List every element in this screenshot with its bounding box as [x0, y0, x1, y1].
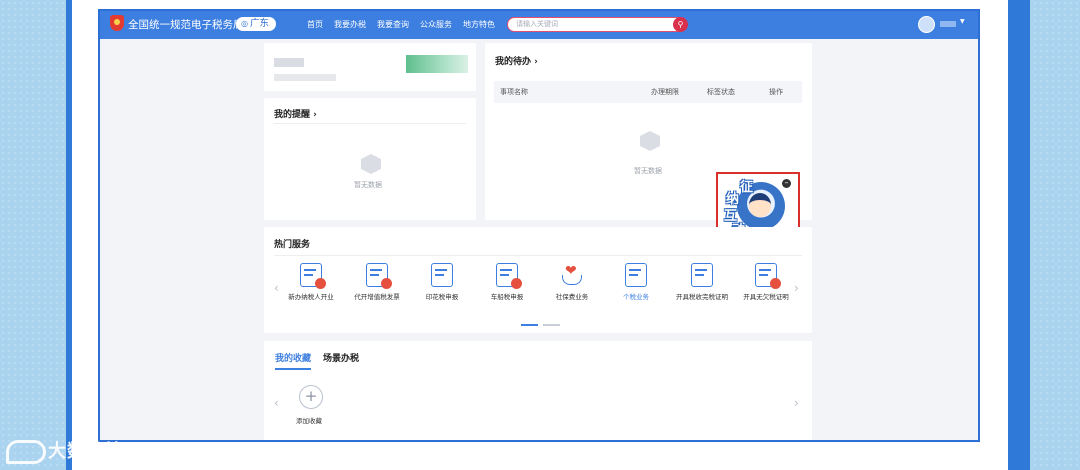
todos-empty-text: 暂无数据 [634, 167, 662, 175]
menu-item-query[interactable]: 我要查询 [377, 19, 409, 30]
redacted-name [274, 58, 304, 67]
divider [274, 123, 466, 124]
reminders-card: 我的提醒 › 暂无数据 [264, 98, 476, 220]
service-no-arrears-certificate[interactable]: 开具无欠税证明 [734, 263, 798, 301]
service-label: 开具无欠税证明 [743, 293, 789, 301]
add-favorite-label: 添加收藏 [296, 417, 322, 425]
service-vat-invoice[interactable]: 代开增值税发票 [345, 263, 409, 301]
column-actions: 操作 [769, 88, 783, 96]
site-title[interactable]: 全国统一规范电子税务局 [128, 17, 244, 32]
service-label: 代开增值税发票 [354, 293, 400, 301]
menu-item-home[interactable]: 首页 [307, 19, 323, 30]
username-redacted[interactable] [940, 21, 956, 27]
person-document-icon [625, 263, 647, 287]
service-label: 个税业务 [623, 293, 649, 301]
certificate-document-icon [691, 263, 713, 287]
hot-services-title: 热门服务 [274, 240, 311, 250]
vehicle-document-icon [496, 263, 522, 289]
chevron-left-icon[interactable]: ‹ [274, 396, 279, 410]
profile-card [264, 43, 476, 91]
tab-scenario-tax[interactable]: 场景办税 [323, 351, 359, 370]
service-vehicle-tax[interactable]: 车船税申报 [475, 263, 539, 301]
column-tag-status: 标签状态 [707, 88, 735, 96]
column-item-name: 事项名称 [500, 88, 528, 96]
search-icon[interactable]: ⚲ [673, 17, 688, 32]
region-label: 广东 [249, 18, 269, 29]
service-label: 社保费业务 [555, 293, 589, 301]
clipboard-certificate-icon [755, 263, 781, 289]
menu-item-file-tax[interactable]: 我要办税 [334, 19, 366, 30]
column-deadline: 办理期限 [651, 88, 679, 96]
tax-emblem-icon[interactable] [110, 15, 124, 31]
search-input[interactable]: 请输入关键词 [507, 17, 687, 32]
watermark-text: 大数跨境 [48, 441, 124, 462]
mascot-officer-icon [749, 193, 771, 217]
add-favorite-button[interactable]: + [299, 385, 323, 409]
reminders-empty-text: 暂无数据 [354, 181, 382, 189]
hot-services-card: 热门服务 ‹ › 新办纳税人开业 代开增值税发票 印花税申报 车船税申报 社保费… [264, 227, 812, 333]
service-new-taxpayer[interactable]: 新办纳税人开业 [279, 263, 343, 301]
menu-item-local-features[interactable]: 地方特色 [463, 19, 495, 30]
service-label: 印花税申报 [425, 293, 459, 301]
main-menu: 首页 我要办税 我要查询 公众服务 地方特色 [307, 19, 495, 30]
service-personal-tax[interactable]: 个税业务 [604, 263, 668, 301]
empty-box-icon [361, 154, 381, 174]
empty-box-icon [640, 131, 660, 151]
reminders-title[interactable]: 我的提醒 › [274, 107, 317, 120]
service-label: 开具税收完税证明 [676, 293, 728, 301]
user-avatar[interactable] [918, 16, 935, 33]
watermark: 大数跨境 [6, 437, 124, 464]
service-label: 车船税申报 [490, 293, 524, 301]
frame-right-border [1008, 0, 1030, 470]
todos-table-header: 事项名称 办理期限 标签状态 操作 [494, 81, 802, 103]
redacted-id [274, 74, 336, 81]
stamp-document-icon [431, 263, 453, 287]
widget-char-zheng: 征 [740, 180, 754, 195]
service-stamp-tax[interactable]: 印花税申报 [410, 263, 474, 301]
todos-title[interactable]: 我的待办 › [495, 54, 538, 67]
location-pin-icon: ◎ [241, 19, 248, 28]
top-nav-bar: 全国统一规范电子税务局 ◎ 广东 首页 我要办税 我要查询 公众服务 地方特色 请… [100, 11, 978, 39]
tab-my-favorites[interactable]: 我的收藏 [275, 351, 312, 370]
service-social-security[interactable]: 社保费业务 [540, 263, 604, 301]
redacted-status [406, 55, 468, 73]
service-tax-payment-certificate[interactable]: 开具税收完税证明 [670, 263, 734, 301]
menu-item-public-services[interactable]: 公众服务 [420, 19, 452, 30]
carousel-dot[interactable] [543, 324, 560, 326]
chevron-down-icon[interactable]: ▼ [960, 18, 965, 25]
region-selector[interactable]: ◎ 广东 [236, 17, 276, 31]
watermark-logo-icon [6, 440, 46, 464]
browser-window: 全国统一规范电子税务局 ◎ 广东 首页 我要办税 我要查询 公众服务 地方特色 请… [98, 9, 980, 442]
divider [274, 255, 802, 256]
invoice-icon [366, 263, 392, 289]
favorites-tabs: 我的收藏 场景办税 [275, 351, 359, 370]
heart-hands-icon [561, 263, 583, 287]
close-icon[interactable]: – [782, 179, 791, 188]
service-label: 新办纳税人开业 [288, 293, 334, 301]
storefront-icon [300, 263, 326, 289]
carousel-dot-active[interactable] [521, 324, 538, 326]
chevron-right-icon[interactable]: › [794, 396, 799, 410]
favorites-card: 我的收藏 场景办税 ‹ › + 添加收藏 [264, 341, 812, 440]
